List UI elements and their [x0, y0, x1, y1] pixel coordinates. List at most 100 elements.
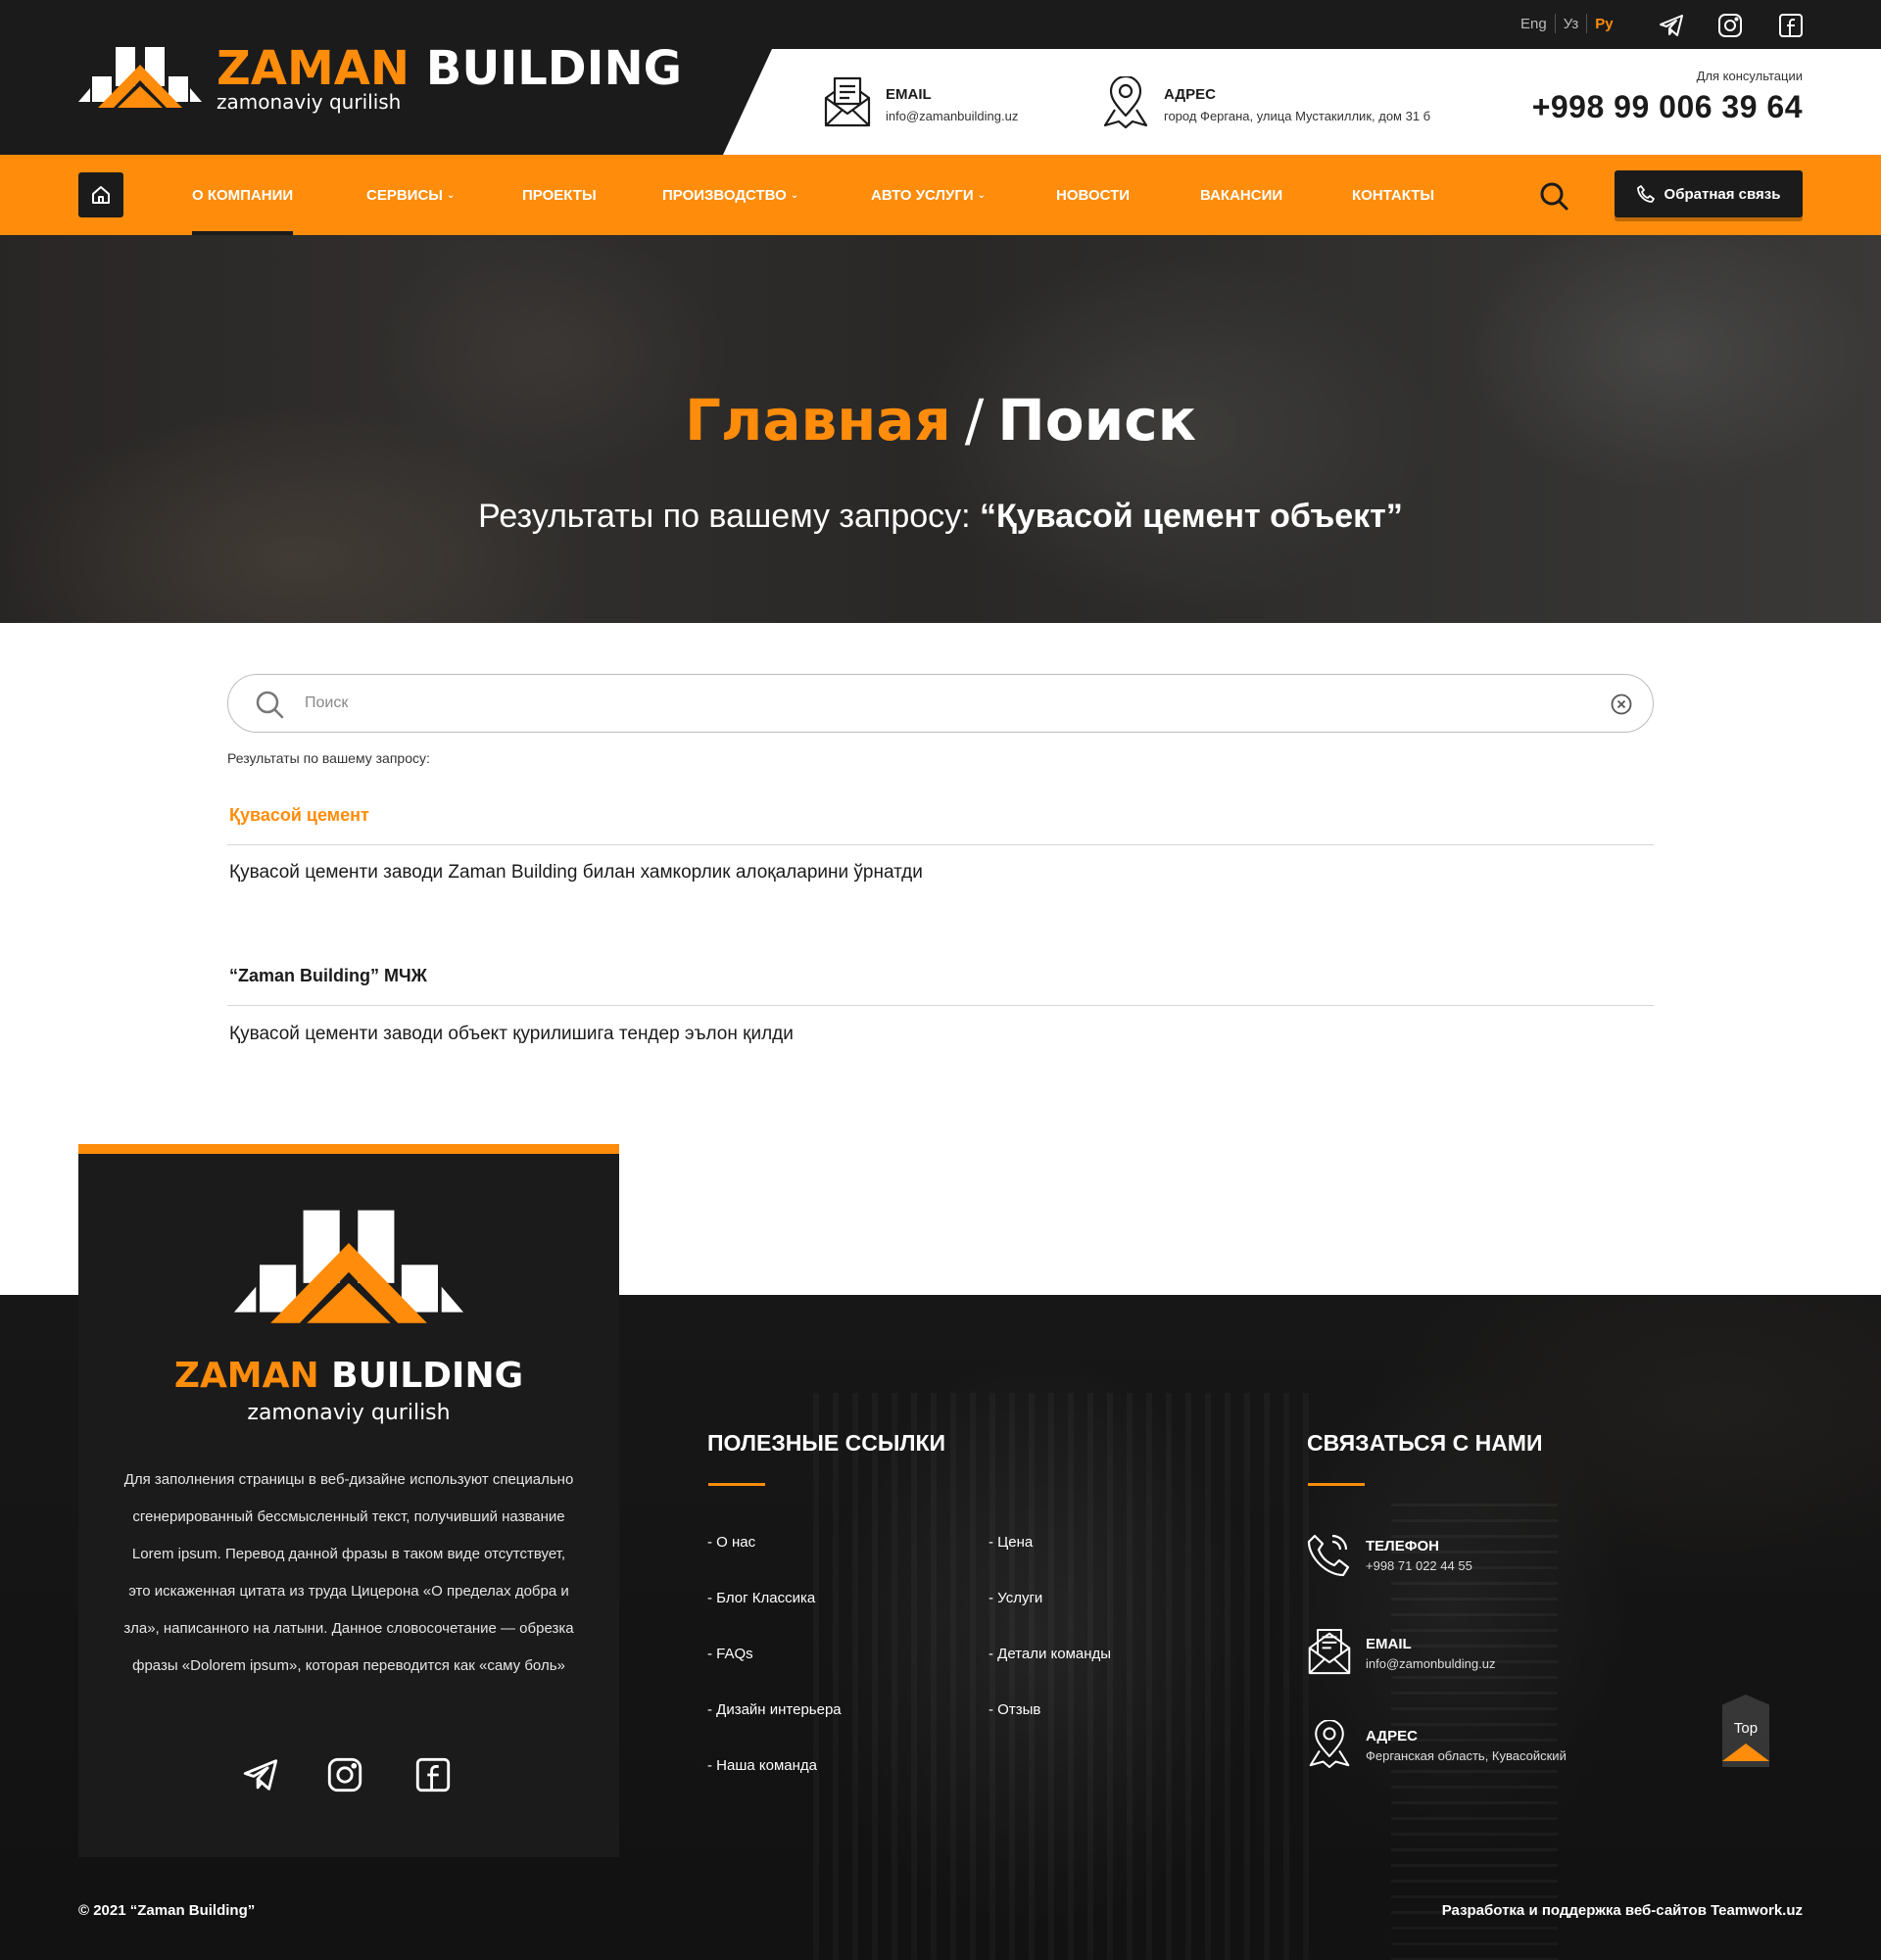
footer-link[interactable]: - Детали команды	[989, 1646, 1111, 1662]
footer-link[interactable]: - Цена	[989, 1534, 1033, 1551]
footer-link[interactable]: - FAQs	[707, 1646, 753, 1662]
footer-links-underline	[708, 1483, 765, 1486]
footer-link[interactable]: - О нас	[707, 1534, 755, 1551]
scroll-to-top-label: Top	[1733, 1720, 1759, 1737]
logo-tagline: zamonaviy qurilish	[217, 90, 402, 114]
breadcrumb-separator: /	[964, 387, 985, 454]
phone-icon	[1636, 185, 1655, 203]
chevron-down-icon: ⌄	[790, 190, 799, 201]
footer-logo-tagline: zamonaviy qurilish	[247, 1401, 451, 1425]
nav-item-label: КОНТАКТЫ	[1352, 187, 1435, 204]
result-text[interactable]: Қувасой цементи заводи объект қурилишига…	[229, 1024, 794, 1045]
chevron-down-icon: ⌄	[977, 190, 987, 201]
scroll-to-top-button[interactable]: Top	[1722, 1695, 1769, 1767]
footer-link[interactable]: - Отзыв	[989, 1701, 1040, 1718]
hero-query-value: “Қувасой цемент объект”	[980, 498, 1403, 535]
nav-item[interactable]: О КОМПАНИИ	[192, 155, 294, 235]
hero-query: Результаты по вашему запросу: “Қувасой ц…	[0, 498, 1881, 536]
location-icon	[1309, 1720, 1350, 1769]
address-title: АДРЕС	[1164, 86, 1216, 103]
footer-links-title: ПОЛЕЗНЫЕ ССЫЛКИ	[707, 1430, 946, 1456]
breadcrumb-current: Поиск	[997, 387, 1197, 454]
results-label: Результаты по вашему запросу:	[227, 750, 430, 766]
logo-name: ZAMAN BUILDING	[217, 41, 683, 96]
result-title[interactable]: Қувасой цемент	[229, 805, 369, 826]
footer-link[interactable]: - Дизайн интерьера	[707, 1701, 842, 1718]
instagram-icon[interactable]	[1716, 12, 1744, 39]
email-title: EMAIL	[886, 86, 932, 103]
location-icon	[1103, 76, 1148, 129]
nav-item-label: НОВОСТИ	[1056, 187, 1131, 204]
footer-link[interactable]: - Услуги	[989, 1590, 1042, 1606]
top-header: ZAMAN BUILDING zamonaviy qurilish Eng Уз…	[0, 0, 1881, 155]
search-icon[interactable]	[1538, 180, 1569, 212]
chevron-down-icon: ⌄	[446, 190, 456, 201]
footer-contact-title: СВЯЗАТЬСЯ С НАМИ	[1307, 1430, 1543, 1456]
divider	[1586, 14, 1588, 33]
footer-contact-underline	[1308, 1483, 1365, 1486]
copyright: © 2021 “Zaman Building”	[78, 1902, 256, 1919]
telegram-icon[interactable]	[241, 1755, 280, 1794]
search-icon	[256, 691, 284, 719]
lang-uz[interactable]: Уз	[1564, 16, 1579, 32]
contact-email-value[interactable]: info@zamonbulding.uz	[1366, 1656, 1495, 1671]
nav-item[interactable]: КОНТАКТЫ	[1352, 155, 1434, 235]
main-nav: О КОМПАНИИ СЕРВИСЫ ⌄ ПРОЕКТЫ ПРОИЗВОДСТВО ⌄ АВ…	[0, 155, 1881, 235]
divider	[227, 844, 1654, 845]
facebook-icon[interactable]	[413, 1755, 453, 1794]
lang-ru[interactable]: Ру	[1595, 16, 1613, 32]
email-value[interactable]: info@zamanbuilding.uz	[886, 109, 1018, 123]
nav-item[interactable]: ПРОИЗВОДСТВО ⌄	[662, 155, 798, 235]
nav-item[interactable]: СЕРВИСЫ ⌄	[366, 155, 455, 235]
footer-logo-name: ZAMAN BUILDING	[173, 1356, 524, 1396]
facebook-icon[interactable]	[1777, 12, 1805, 39]
home-button[interactable]	[78, 172, 123, 217]
search-input[interactable]	[305, 687, 1578, 720]
callback-label: Обратная связь	[1664, 185, 1781, 203]
email-icon	[1308, 1628, 1351, 1675]
consultation-label: Для консультации	[1696, 69, 1803, 83]
footer-contact-address: АДРЕС Ферганская область, Кувасойский	[1307, 1720, 1567, 1769]
footer-link[interactable]: - Наша команда	[707, 1757, 817, 1774]
language-switcher: Eng Уз Ру	[1520, 14, 1614, 33]
logo-mark-icon	[78, 47, 202, 108]
hero-query-prefix: Результаты по вашему запросу:	[478, 498, 971, 535]
header-address: АДРЕС город Фергана, улица Мустакиллик, …	[1101, 76, 1430, 129]
nav-item-label: СЕРВИСЫ	[366, 187, 443, 204]
nav-item-label: АВТО УСЛУГИ	[871, 187, 974, 204]
header-email: EMAIL info@zamanbuilding.uz	[823, 76, 1018, 129]
clear-icon[interactable]	[1610, 693, 1633, 716]
site-logo[interactable]: ZAMAN BUILDING zamonaviy qurilish	[78, 41, 725, 120]
nav-item[interactable]: АВТО УСЛУГИ ⌄	[871, 155, 986, 235]
footer-about-text: Для заполнения страницы в веб-дизайне ис…	[123, 1471, 574, 1674]
result-text[interactable]: Қувасой цементи заводи Zaman Building би…	[229, 862, 923, 884]
footer-link[interactable]: - Блог Классика	[707, 1590, 815, 1606]
consultation-phone[interactable]: +998 99 006 39 64	[1532, 89, 1803, 125]
nav-item[interactable]: НОВОСТИ	[1056, 155, 1130, 235]
search-bar	[227, 674, 1654, 733]
result-title[interactable]: “Zaman Building” МЧЖ	[229, 966, 427, 986]
nav-item-label: О КОМПАНИИ	[192, 187, 294, 204]
breadcrumb: Главная / Поиск	[0, 392, 1881, 449]
envelope-icon	[824, 76, 871, 127]
instagram-icon[interactable]	[325, 1755, 364, 1794]
divider	[227, 1005, 1654, 1006]
contact-phone-value[interactable]: +998 71 022 44 55	[1366, 1558, 1472, 1573]
phone-icon	[1307, 1534, 1350, 1577]
lang-eng[interactable]: Eng	[1520, 16, 1547, 32]
nav-item-label: ПРОИЗВОДСТВО	[662, 187, 787, 204]
footer-background-building	[813, 1393, 1323, 1960]
nav-item[interactable]: ВАКАНСИИ	[1200, 155, 1282, 235]
consultation-block: Для консультации +998 99 006 39 64	[1532, 69, 1803, 125]
logo-mark-icon	[234, 1210, 463, 1323]
contact-address-title: АДРЕС	[1366, 1728, 1418, 1745]
nav-item[interactable]: ПРОЕКТЫ	[522, 155, 597, 235]
nav-item-label: ВАКАНСИИ	[1200, 187, 1283, 204]
callback-button[interactable]: Обратная связь	[1615, 170, 1803, 217]
contact-email-title: EMAIL	[1366, 1636, 1412, 1652]
developer-credit[interactable]: Разработка и поддержка веб-сайтов Teamwo…	[1442, 1902, 1803, 1919]
telegram-icon[interactable]	[1658, 12, 1685, 39]
breadcrumb-home[interactable]: Главная	[685, 387, 951, 454]
divider	[1554, 14, 1556, 33]
home-icon	[92, 186, 110, 204]
